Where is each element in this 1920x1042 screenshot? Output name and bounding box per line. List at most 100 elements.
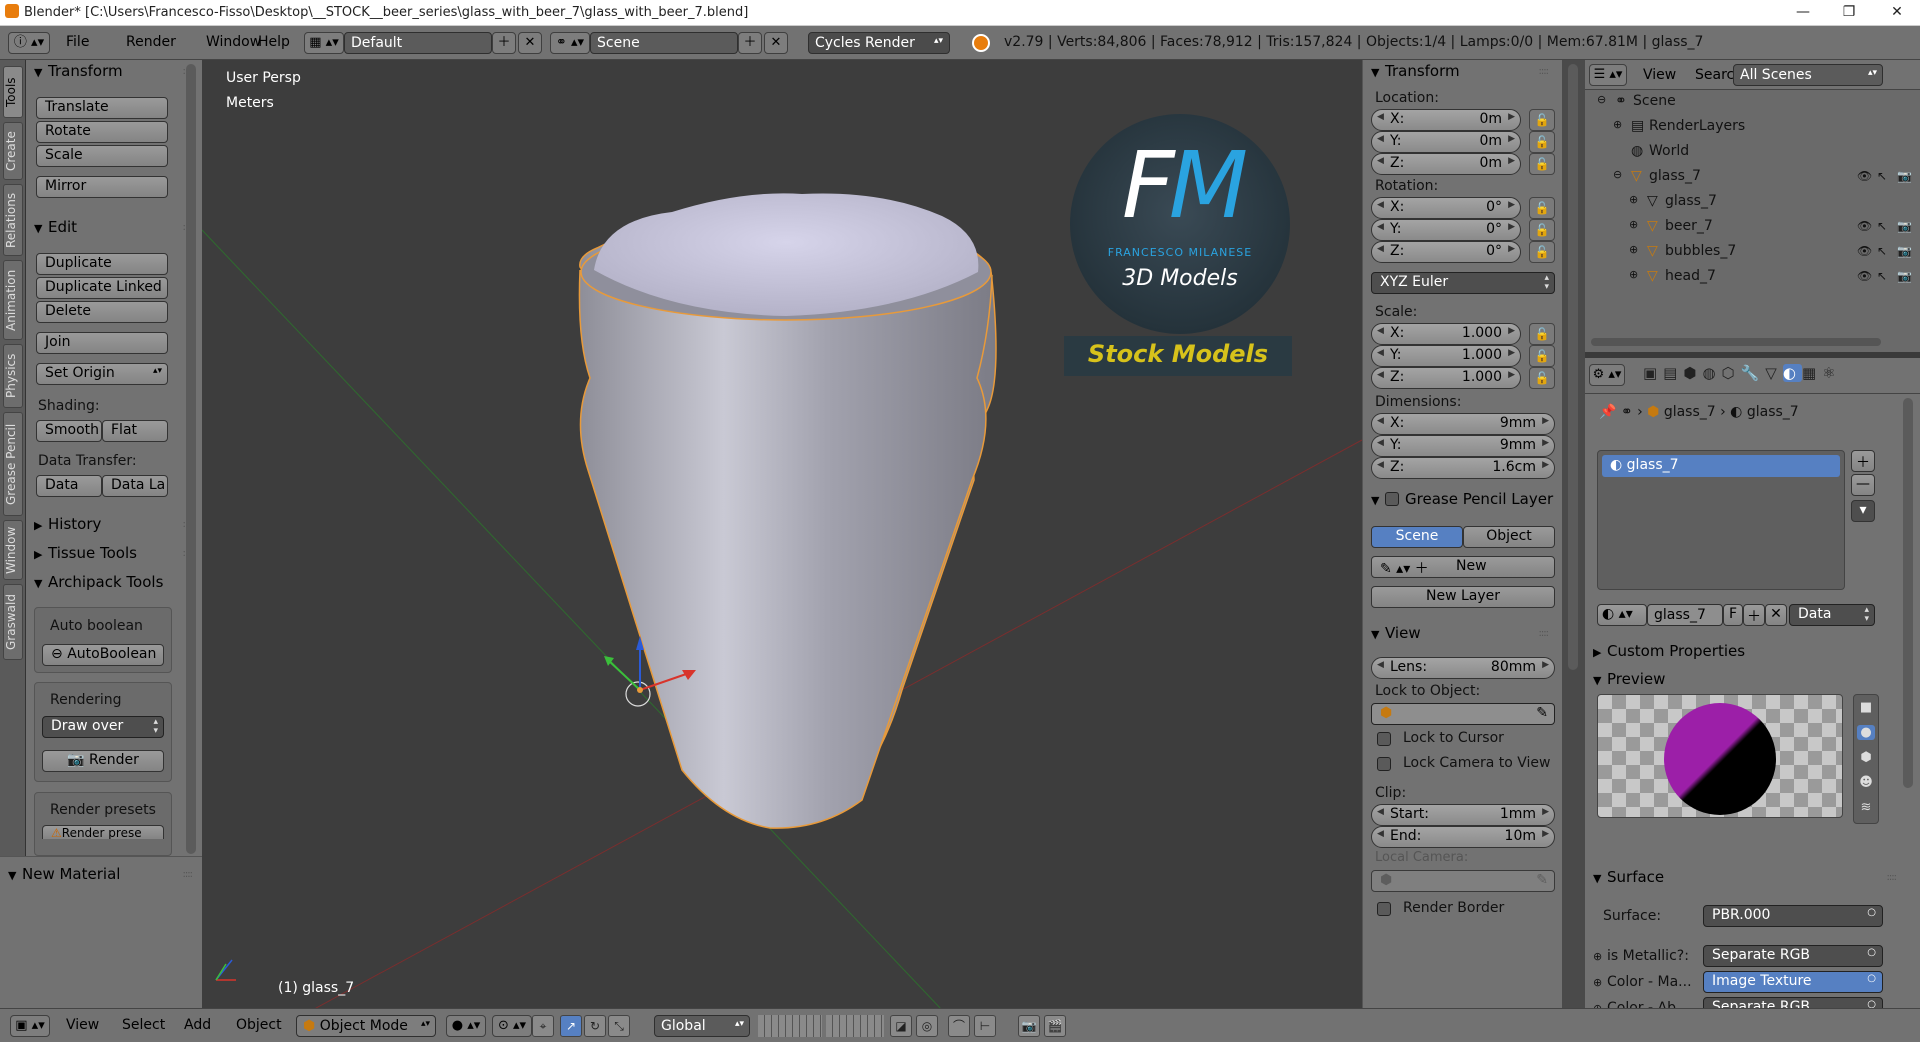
- lock-location-z-icon[interactable]: 🔓: [1529, 153, 1555, 175]
- visibility-eye-icon[interactable]: 👁: [1857, 269, 1872, 283]
- gp-scene-tab[interactable]: Scene: [1371, 526, 1463, 548]
- rotation-mode-select[interactable]: XYZ Euler ▴ ▾: [1371, 272, 1555, 294]
- render-border-checkbox[interactable]: [1377, 902, 1391, 916]
- lock-scale-x-icon[interactable]: 🔓: [1529, 323, 1555, 345]
- clip-start-field[interactable]: ◀ Start: 1mm ▶: [1371, 804, 1555, 826]
- autoboolean-button[interactable]: ⊖ AutoBoolean: [42, 644, 164, 666]
- draw-over-select[interactable]: Draw over ▴ ▾: [42, 716, 164, 738]
- lens-field[interactable]: ◀ Lens: 80mm ▶: [1371, 657, 1555, 679]
- layout-field[interactable]: Default: [344, 32, 492, 54]
- snap-toggle-icon[interactable]: ⌒: [948, 1015, 970, 1037]
- outliner-row[interactable]: ⊕ ▤ RenderLayers: [1585, 115, 1920, 140]
- set-origin-dropdown[interactable]: Set Origin ▴▾: [36, 363, 168, 385]
- location-y-field[interactable]: ◀ Y: 0m ▶: [1371, 131, 1521, 153]
- tab-graswald[interactable]: Graswald: [3, 584, 23, 660]
- new-material-header[interactable]: ▼ New Material: [8, 865, 120, 883]
- orientation-select[interactable]: Global ▴▾: [654, 1015, 750, 1037]
- selectable-cursor-icon[interactable]: ↖: [1877, 219, 1887, 233]
- drag-grip-icon[interactable]: ::::: [1539, 628, 1550, 639]
- properties-scrollbar[interactable]: [1903, 398, 1913, 788]
- selectable-cursor-icon[interactable]: ↖: [1877, 169, 1887, 183]
- layer-buttons-1[interactable]: [758, 1015, 822, 1037]
- fake-user-button[interactable]: F: [1723, 604, 1743, 626]
- preview-sphere-icon[interactable]: ●: [1857, 725, 1875, 740]
- archipack-panel-header[interactable]: ▼ Archipack Tools: [34, 573, 163, 591]
- remove-layout-icon[interactable]: ✕: [518, 32, 542, 54]
- location-z-field[interactable]: ◀ Z: 0m ▶: [1371, 153, 1521, 175]
- scene-icon[interactable]: ⚭ ▴▾: [550, 32, 590, 54]
- input-metallic-select[interactable]: Separate RGB ○: [1703, 945, 1883, 967]
- tab-window[interactable]: Window: [3, 520, 23, 580]
- translate-button[interactable]: Translate: [36, 97, 168, 119]
- properties-type-icon[interactable]: ⚙ ▴▾: [1589, 364, 1625, 386]
- tab-physics[interactable]: Physics: [3, 344, 23, 408]
- lock-location-x-icon[interactable]: 🔓: [1529, 109, 1555, 131]
- outliner-hscrollbar[interactable]: [1591, 338, 1881, 346]
- eyedropper-icon[interactable]: ✎: [1536, 872, 1548, 888]
- outliner-type-icon[interactable]: ☰ ▴▾: [1589, 64, 1627, 86]
- preview-monkey-icon[interactable]: ☻: [1859, 775, 1873, 790]
- renderable-camera-icon[interactable]: 📷: [1897, 244, 1912, 258]
- duplicate-linked-button[interactable]: Duplicate Linked: [36, 277, 168, 299]
- local-camera-field[interactable]: ⬢ ✎: [1371, 870, 1555, 892]
- editor-type-info-icon[interactable]: ⓘ ▴▾: [8, 32, 50, 54]
- renderable-camera-icon[interactable]: 📷: [1897, 269, 1912, 283]
- surface-header[interactable]: ▼ Surface: [1593, 868, 1664, 886]
- add-scene-icon[interactable]: ＋: [738, 32, 762, 54]
- preview-shape-selector[interactable]: ■ ● ⬢ ☻ ≋: [1853, 694, 1879, 824]
- outliner-row[interactable]: ⊕ ▽ bubbles_7 👁 ↖ 📷: [1585, 240, 1920, 265]
- tab-animation[interactable]: Animation: [3, 260, 23, 340]
- lock-location-y-icon[interactable]: 🔓: [1529, 131, 1555, 153]
- proportional-edit-icon[interactable]: ◎: [916, 1015, 938, 1037]
- material-browse-button[interactable]: ◐ ▴▾: [1597, 604, 1647, 626]
- visibility-eye-icon[interactable]: 👁: [1857, 244, 1872, 258]
- scale-x-field[interactable]: ◀ X: 1.000 ▶: [1371, 323, 1521, 345]
- expand-icon[interactable]: ⊕: [1613, 118, 1622, 131]
- renderable-camera-icon[interactable]: 📷: [1897, 169, 1912, 183]
- scale-manipulator-icon[interactable]: ⤡: [608, 1015, 630, 1037]
- collapse-icon[interactable]: ⊖: [1613, 168, 1622, 181]
- rotate-manipulator-icon[interactable]: ↻: [584, 1015, 606, 1037]
- properties-context-icons[interactable]: ▣▤⬢◍⬡🔧▽◐▦⚛: [1643, 364, 1842, 382]
- grease-pencil-header[interactable]: ▼ Grease Pencil Layer: [1371, 490, 1553, 508]
- add-layout-icon[interactable]: ＋: [492, 32, 516, 54]
- expand-icon[interactable]: ⊕: [1629, 218, 1638, 231]
- lock-rotation-z-icon[interactable]: 🔓: [1529, 241, 1555, 263]
- renderable-camera-icon[interactable]: 📷: [1897, 219, 1912, 233]
- visibility-eye-icon[interactable]: 👁: [1857, 219, 1872, 233]
- add-slot-button[interactable]: ＋: [1851, 450, 1875, 472]
- mirror-button[interactable]: Mirror: [36, 176, 168, 198]
- duplicate-button[interactable]: Duplicate: [36, 253, 168, 275]
- maximize-button[interactable]: ❐: [1826, 0, 1872, 26]
- material-slot-selected[interactable]: ◐ glass_7: [1602, 455, 1840, 477]
- remove-scene-icon[interactable]: ✕: [764, 32, 788, 54]
- clip-end-field[interactable]: ◀ End: 10m ▶: [1371, 826, 1555, 848]
- collapse-icon[interactable]: ⊖: [1597, 93, 1606, 106]
- data-layers-button[interactable]: Data La: [102, 475, 168, 497]
- gp-new-layer-button[interactable]: New Layer: [1371, 586, 1555, 608]
- history-panel-header[interactable]: ▶ History: [34, 515, 101, 533]
- material-tab-icon[interactable]: ◐: [1782, 364, 1802, 382]
- tab-tools[interactable]: Tools: [3, 66, 23, 118]
- tissue-tools-panel-header[interactable]: ▶ Tissue Tools: [34, 544, 137, 562]
- rotation-x-field[interactable]: ◀ X: 0° ▶: [1371, 197, 1521, 219]
- pin-icon[interactable]: 📌: [1599, 404, 1616, 420]
- drag-grip-icon[interactable]: ::::: [1887, 872, 1898, 883]
- translate-manipulator-icon[interactable]: ↗: [560, 1015, 582, 1037]
- menu-file[interactable]: File: [66, 34, 89, 50]
- mode-select[interactable]: ⬢ Object Mode ▴▾: [296, 1015, 436, 1037]
- remove-slot-button[interactable]: —: [1851, 474, 1875, 496]
- selectable-cursor-icon[interactable]: ↖: [1877, 269, 1887, 283]
- lock-to-cursor-checkbox[interactable]: [1377, 732, 1391, 746]
- dimension-z-field[interactable]: ◀ Z: 1.6cm ▶: [1371, 457, 1555, 479]
- lock-object-field[interactable]: ⬢ ✎: [1371, 703, 1555, 725]
- expand-icon[interactable]: ⊕: [1629, 193, 1638, 206]
- rotation-y-field[interactable]: ◀ Y: 0° ▶: [1371, 219, 1521, 241]
- delete-button[interactable]: Delete: [36, 301, 168, 323]
- join-button[interactable]: Join: [36, 332, 168, 354]
- transform-panel-header[interactable]: ▼ Transform: [34, 62, 123, 80]
- input-color-ma-select[interactable]: Image Texture ○: [1703, 971, 1883, 993]
- lock-rotation-y-icon[interactable]: 🔓: [1529, 219, 1555, 241]
- render-engine-select[interactable]: Cycles Render ▴▾: [808, 32, 950, 54]
- unlink-material-button[interactable]: ✕: [1765, 604, 1787, 626]
